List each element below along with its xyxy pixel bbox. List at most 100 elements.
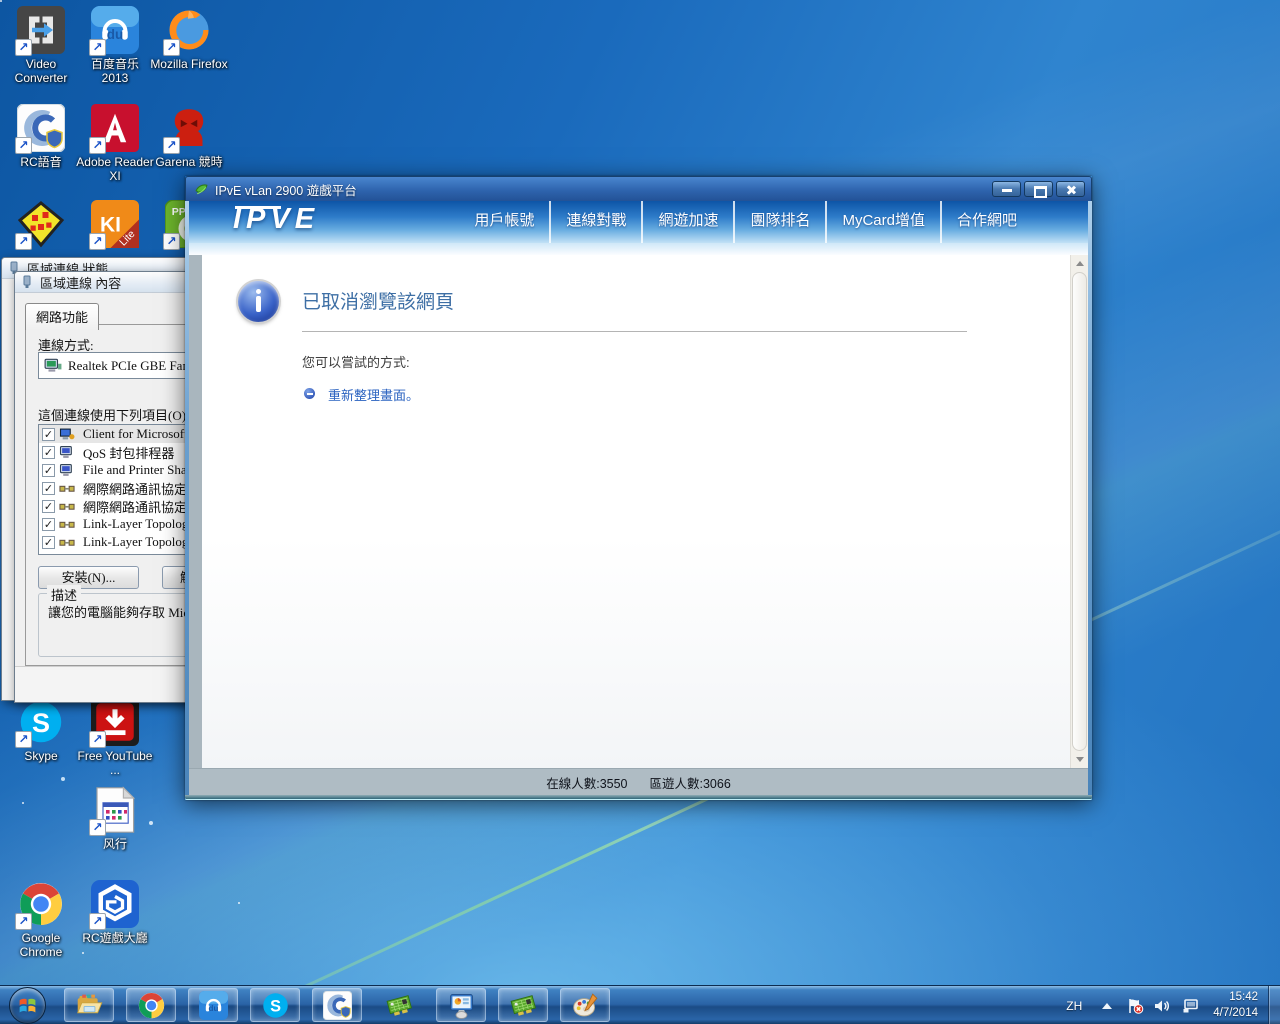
taskbar-button-netcard2[interactable] [498, 988, 548, 1022]
explorer-icon [75, 991, 104, 1020]
content-left-gutter [189, 255, 202, 768]
divider [302, 331, 967, 332]
scrollbar-thumb[interactable] [1072, 272, 1087, 751]
shortcut-arrow-icon: ↗ [15, 137, 32, 154]
svg-text:S: S [32, 708, 50, 738]
nav-tab-5[interactable]: MyCard增值 [825, 201, 940, 243]
checkbox[interactable]: ✓ [42, 518, 55, 531]
browser-content: 已取消瀏覽該網頁 您可以嘗試的方式: 重新整理畫面。 [202, 255, 1070, 768]
shortcut-arrow-icon: ↗ [15, 233, 32, 250]
taskbar-button-paint[interactable] [560, 988, 610, 1022]
garena-icon: ↗ [165, 104, 213, 152]
desktop-icon-garena[interactable]: ↗Garena 競時 [150, 104, 228, 170]
connection-item-label: File and Printer Sharin [83, 462, 201, 478]
minimize-button[interactable] [992, 181, 1021, 197]
start-button[interactable] [0, 986, 54, 1024]
baidu-music-icon: du [199, 991, 228, 1020]
hidden-icons-arrow-icon[interactable] [1098, 998, 1116, 1014]
desktop-icon-baidu-music[interactable]: du↗百度音乐 2013 [76, 6, 154, 86]
taskbar-button-chrome[interactable] [126, 988, 176, 1022]
shortcut-arrow-icon: ↗ [89, 137, 106, 154]
desktop-icon-label: 风行 [76, 838, 154, 852]
monitor-app-icon [447, 991, 476, 1020]
checkbox[interactable]: ✓ [42, 446, 55, 459]
ipve-window-titlebar[interactable]: IPvE vLan 2900 遊戲平台 [185, 176, 1092, 201]
scroll-up-arrow-icon[interactable] [1071, 255, 1088, 271]
connection-item-label: Link-Layer Topology [83, 534, 195, 550]
show-desktop-button[interactable] [1268, 986, 1280, 1024]
maximize-button[interactable] [1024, 181, 1053, 197]
shortcut-arrow-icon: ↗ [163, 39, 180, 56]
desktop-icon-label: Skype [2, 750, 80, 764]
desktop-icon-skype[interactable]: S↗Skype [2, 698, 80, 764]
checkbox[interactable]: ✓ [42, 464, 55, 477]
fengxing-icon: ↗ [91, 786, 139, 834]
netcard2-icon [509, 991, 538, 1020]
taskbar-button-baidu-music[interactable]: du [188, 988, 238, 1022]
network-adapter-icon [44, 358, 62, 374]
lan-properties-dialog-title: 區域連線 內容 [40, 273, 121, 292]
desktop-icon-free-youtube[interactable]: ↗Free YouTube ... [76, 698, 154, 778]
adobe-reader-icon: ↗ [91, 104, 139, 152]
taskbar-button-monitor-app[interactable] [436, 988, 486, 1022]
network-tray-icon[interactable] [1180, 998, 1198, 1014]
desktop-icon-fengxing[interactable]: ↗ 风行 [76, 786, 154, 852]
desktop-icon-diamond-game[interactable]: ↗ [2, 200, 80, 248]
refresh-page-link[interactable]: 重新整理畫面。 [328, 385, 419, 404]
desktop-icon-firefox[interactable]: ↗ Mozilla Firefox [150, 6, 228, 72]
clock[interactable]: 15:42 4/7/2014 [1213, 990, 1258, 1021]
nav-tab-strip: 用戶帳號連線對戰網遊加速團隊排名MyCard增值合作網吧 [459, 201, 1032, 243]
items-list-label: 這個連線使用下列項目(O): [38, 405, 190, 424]
taskbar-button-skype[interactable]: S [250, 988, 300, 1022]
taskbar: du S ZH 15:42 4/7/2014 [0, 985, 1280, 1024]
netcard-icon [385, 991, 414, 1020]
desktop-icon-chrome[interactable]: ↗Google Chrome [2, 880, 80, 960]
scroll-down-arrow-icon[interactable] [1071, 752, 1088, 768]
window-border-right [1088, 201, 1092, 795]
desktop-icon-label: Mozilla Firefox [150, 58, 228, 72]
protocol-icon [59, 518, 79, 531]
desktop-icon-label: Google Chrome [2, 932, 80, 960]
baidu-music-icon: du↗ [91, 6, 139, 54]
nav-tab-6[interactable]: 合作網吧 [940, 201, 1032, 243]
shortcut-arrow-icon: ↗ [89, 913, 106, 930]
language-indicator[interactable]: ZH [1066, 999, 1082, 1013]
checkbox[interactable]: ✓ [42, 536, 55, 549]
taskbar-button-explorer[interactable] [64, 988, 114, 1022]
rc-game-icon: ↗ [91, 880, 139, 928]
desktop-icon-video-converter[interactable]: ↗Video Converter [2, 6, 80, 86]
desktop-icon-ki-lite[interactable]: KILite↗ [76, 200, 154, 248]
checkbox[interactable]: ✓ [42, 500, 55, 513]
connection-item-label: Link-Layer Topology [83, 516, 195, 532]
connection-item-label: 網際網路通訊協定第 [83, 497, 200, 516]
desktop-icon-label: Free YouTube ... [76, 750, 154, 778]
nav-tab-1[interactable]: 用戶帳號 [459, 201, 549, 243]
system-tray: ZH 15:42 4/7/2014 [1066, 986, 1280, 1024]
taskbar-buttons: du S [64, 986, 610, 1024]
taskbar-button-rc-voice[interactable] [312, 988, 362, 1022]
ipve-app-icon [194, 182, 209, 197]
online-count: 在線人數:3550 [546, 773, 627, 792]
tab-networking[interactable]: 網路功能 [25, 303, 99, 330]
vertical-scrollbar[interactable] [1070, 255, 1088, 768]
close-button[interactable] [1056, 181, 1085, 197]
checkbox[interactable]: ✓ [42, 428, 55, 441]
desktop-icon-label: RC語音 [2, 156, 80, 170]
checkbox[interactable]: ✓ [42, 482, 55, 495]
action-center-flag-icon[interactable] [1126, 998, 1144, 1014]
client-icon [59, 428, 79, 441]
nav-tab-4[interactable]: 團隊排名 [733, 201, 825, 243]
shortcut-arrow-icon: ↗ [89, 39, 106, 56]
nav-tab-3[interactable]: 網遊加速 [641, 201, 733, 243]
volume-icon[interactable] [1153, 998, 1171, 1014]
desktop-icon-rc-voice[interactable]: ↗ RC語音 [2, 104, 80, 170]
chrome-icon [137, 991, 166, 1020]
clock-date: 4/7/2014 [1213, 1006, 1258, 1022]
taskbar-button-netcard[interactable] [374, 988, 424, 1022]
desktop-icon-rc-game[interactable]: ↗RC遊戲大廳 [76, 880, 154, 946]
nav-tab-2[interactable]: 連線對戰 [549, 201, 641, 243]
video-converter-icon: ↗ [17, 6, 65, 54]
connection-item-label: Client for Microsoft N [83, 426, 200, 442]
desktop-icon-adobe-reader[interactable]: ↗Adobe Reader XI [76, 104, 154, 184]
ipve-logo: IPVE [233, 203, 319, 236]
